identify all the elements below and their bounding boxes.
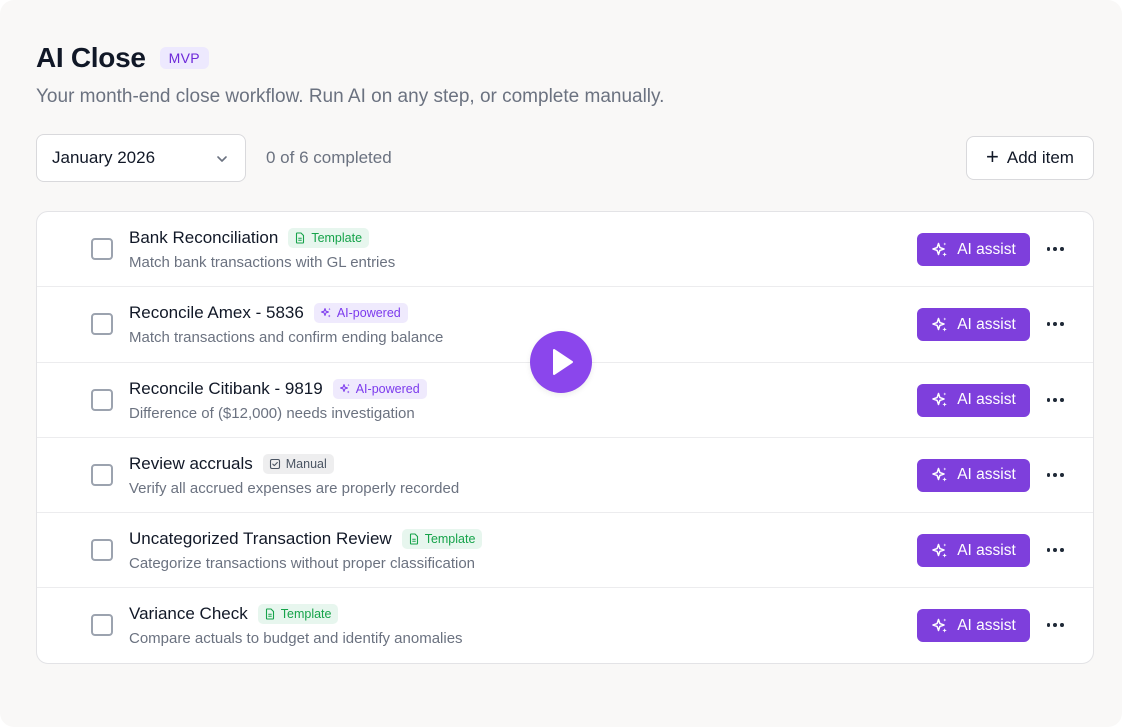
sparkles-icon	[932, 543, 948, 558]
item-type-badge: AI-powered	[313, 303, 408, 324]
document-icon	[294, 232, 306, 244]
item-badge-label: Template	[311, 231, 363, 245]
item-badge-label: AI-powered	[336, 306, 401, 321]
item-title-line: Reconcile Amex - 5836 AI-powered	[129, 303, 443, 324]
ai-assist-button[interactable]: AI assist	[917, 534, 1030, 568]
item-type-badge: AI-powered	[332, 378, 427, 399]
mvp-badge: MVP	[159, 47, 209, 69]
item-title: Bank Reconciliation	[129, 228, 279, 247]
play-video-button[interactable]	[530, 331, 592, 393]
sparkles-icon	[932, 618, 948, 633]
item-text: Bank Reconciliation Template Match bank …	[129, 228, 395, 271]
item-checkbox[interactable]	[91, 614, 113, 637]
item-type-badge: Template	[288, 228, 370, 248]
ai-assist-button[interactable]: AI assist	[917, 609, 1030, 643]
add-item-label: Add item	[1006, 148, 1074, 167]
period-value: January 2026	[52, 148, 156, 167]
chevron-down-icon	[217, 156, 227, 162]
sparkles-icon	[320, 307, 332, 319]
more-options-icon[interactable]	[1045, 539, 1065, 561]
document-icon	[264, 608, 276, 621]
check-square-icon	[269, 458, 281, 470]
item-badge-label: Template	[424, 532, 476, 547]
item-text: Review accruals Manual Verify all accrue…	[129, 453, 460, 497]
item-description: Match bank transactions with GL entries	[129, 254, 396, 271]
item-description: Difference of ($12,000) needs investigat…	[129, 404, 415, 422]
page-header: AI Close MVP Your month-end close workfl…	[36, 42, 664, 108]
sparkles-icon	[932, 392, 948, 407]
checklist-row: Review accruals Manual Verify all accrue…	[37, 438, 1093, 514]
item-text: Uncategorized Transaction Review Templat…	[129, 529, 483, 573]
item-title-line: Uncategorized Transaction Review Templat…	[129, 529, 483, 550]
checklist-row: Variance Check Template Compare actuals …	[37, 588, 1093, 663]
item-checkbox[interactable]	[91, 539, 113, 562]
sparkles-icon	[339, 383, 351, 395]
checklist-row: Bank Reconciliation Template Match bank …	[37, 212, 1093, 288]
ai-assist-button[interactable]: AI assist	[917, 458, 1030, 492]
item-type-badge: Template	[401, 529, 483, 550]
item-checkbox[interactable]	[91, 463, 113, 486]
period-select[interactable]: January 2026	[36, 134, 246, 182]
item-badge-label: Manual	[285, 456, 327, 471]
app-frame: AI Close MVP Your month-end close workfl…	[0, 0, 1122, 727]
item-description: Verify all accrued expenses are properly…	[129, 479, 460, 497]
progress-text: 0 of 6 completed	[266, 148, 392, 167]
item-title: Reconcile Amex - 5836	[129, 303, 304, 323]
toolbar: January 2026 0 of 6 completed + Add item	[36, 134, 1094, 182]
item-description: Categorize transactions without proper c…	[129, 555, 476, 573]
item-text: Variance Check Template Compare actuals …	[129, 604, 463, 647]
checklist-row: Uncategorized Transaction Review Templat…	[37, 513, 1093, 589]
item-description: Compare actuals to budget and identify a…	[129, 630, 463, 648]
more-options-icon[interactable]	[1045, 464, 1065, 486]
item-title: Reconcile Citibank - 9819	[129, 378, 323, 398]
item-badge-label: AI-powered	[355, 381, 420, 396]
sparkles-icon	[932, 467, 948, 482]
add-item-button[interactable]: + Add item	[966, 136, 1094, 180]
play-icon	[553, 349, 573, 375]
item-title: Variance Check	[129, 604, 248, 624]
item-checkbox[interactable]	[91, 238, 113, 260]
more-options-icon[interactable]	[1045, 614, 1065, 636]
page-subtitle: Your month-end close workflow. Run AI on…	[36, 86, 665, 107]
item-type-badge: Manual	[262, 453, 334, 474]
close-checklist: Bank Reconciliation Template Match bank …	[36, 211, 1094, 664]
item-title: Review accruals	[129, 453, 253, 473]
ai-assist-label: AI assist	[957, 541, 1016, 559]
ai-assist-label: AI assist	[957, 616, 1016, 634]
ai-assist-button[interactable]: AI assist	[917, 233, 1030, 266]
ai-assist-label: AI assist	[957, 391, 1016, 409]
item-title-line: Variance Check Template	[129, 604, 463, 625]
item-title-line: Review accruals Manual	[129, 453, 459, 474]
ai-assist-label: AI assist	[957, 466, 1016, 484]
document-icon	[408, 533, 420, 545]
more-options-icon[interactable]	[1045, 389, 1065, 411]
title-row: AI Close MVP	[36, 42, 664, 74]
item-badge-label: Template	[280, 607, 332, 622]
item-text: Reconcile Amex - 5836 AI-powered Match t…	[129, 303, 443, 346]
more-options-icon[interactable]	[1045, 313, 1065, 335]
item-title-line: Bank Reconciliation Template	[129, 228, 395, 248]
item-type-badge: Template	[257, 604, 339, 625]
plus-icon: +	[986, 144, 999, 169]
ai-assist-label: AI assist	[957, 240, 1016, 258]
more-options-icon[interactable]	[1045, 238, 1065, 260]
item-title-line: Reconcile Citibank - 9819 AI-powered	[129, 378, 427, 399]
item-description: Match transactions and confirm ending ba…	[129, 329, 444, 347]
sparkles-icon	[932, 317, 948, 332]
page-title: AI Close	[36, 42, 146, 73]
item-title: Uncategorized Transaction Review	[129, 529, 392, 549]
sparkles-icon	[932, 242, 948, 257]
item-checkbox[interactable]	[91, 388, 113, 411]
ai-assist-label: AI assist	[957, 315, 1016, 333]
item-checkbox[interactable]	[91, 313, 113, 336]
ai-assist-button[interactable]: AI assist	[917, 308, 1030, 342]
ai-assist-button[interactable]: AI assist	[917, 383, 1030, 417]
item-text: Reconcile Citibank - 9819 AI-powered Dif…	[129, 378, 427, 422]
